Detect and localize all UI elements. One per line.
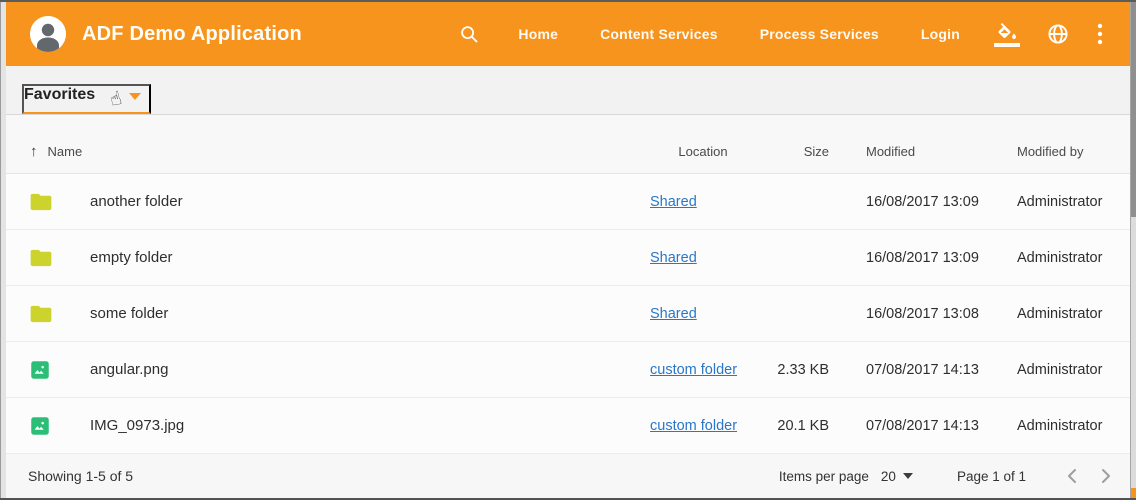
- image-file-icon: [30, 360, 50, 380]
- more-menu-button[interactable]: [1092, 18, 1108, 50]
- previous-page-button[interactable]: [1062, 464, 1082, 488]
- document-list: ↑ Name Location Size Modified Modified b…: [6, 115, 1130, 498]
- language-button[interactable]: [1042, 18, 1074, 50]
- file-name[interactable]: angular.png: [90, 361, 650, 378]
- page-indicator: Page 1 of 1: [957, 469, 1026, 484]
- file-type-cell: [30, 305, 90, 323]
- location-link[interactable]: Shared: [650, 306, 697, 322]
- table-row[interactable]: another folder Shared 16/08/2017 13:09 A…: [6, 174, 1130, 230]
- sort-ascending-icon: ↑: [30, 144, 38, 159]
- items-per-page-select[interactable]: 20: [877, 467, 917, 486]
- modified-by: Administrator: [1017, 194, 1130, 210]
- table-body: another folder Shared 16/08/2017 13:09 A…: [6, 174, 1130, 454]
- avatar[interactable]: [30, 16, 66, 52]
- folder-icon: [30, 305, 52, 323]
- location-cell: custom folder: [650, 361, 756, 378]
- file-name[interactable]: IMG_0973.jpg: [90, 417, 650, 434]
- modified-date: 16/08/2017 13:08: [829, 306, 1017, 322]
- file-name[interactable]: empty folder: [90, 249, 650, 266]
- nav-login[interactable]: Login: [921, 26, 960, 42]
- table-row[interactable]: angular.png custom folder 2.33 KB 07/08/…: [6, 342, 1130, 398]
- frame-artifact: [1131, 488, 1136, 498]
- user-avatar-icon: [30, 16, 66, 52]
- image-file-icon: [30, 416, 50, 436]
- modified-by: Administrator: [1017, 418, 1130, 434]
- folder-icon: [30, 249, 52, 267]
- modified-date: 16/08/2017 13:09: [829, 194, 1017, 210]
- chevron-left-icon: [1066, 468, 1078, 484]
- modified-by: Administrator: [1017, 250, 1130, 266]
- view-title: Favorites: [24, 86, 95, 104]
- location-link[interactable]: custom folder: [650, 362, 737, 378]
- location-link[interactable]: custom folder: [650, 418, 737, 434]
- theme-picker-button[interactable]: [990, 18, 1024, 51]
- file-name[interactable]: some folder: [90, 305, 650, 322]
- nav-content-services[interactable]: Content Services: [600, 26, 718, 42]
- main-nav: Home Content Services Process Services L…: [518, 26, 960, 42]
- scrollbar-thumb[interactable]: [1131, 2, 1136, 217]
- appbar-icons: [990, 18, 1108, 51]
- search-icon: [458, 23, 480, 45]
- file-type-cell: [30, 249, 90, 267]
- file-size: 20.1 KB: [756, 418, 829, 434]
- app-window: ADF Demo Application Home Content Servic…: [0, 0, 1136, 500]
- modified-date: 07/08/2017 14:13: [829, 362, 1017, 378]
- column-header-name[interactable]: ↑ Name: [30, 144, 650, 159]
- table-row[interactable]: IMG_0973.jpg custom folder 20.1 KB 07/08…: [6, 398, 1130, 454]
- items-per-page: Items per page 20: [779, 467, 917, 486]
- folder-icon: [30, 193, 52, 211]
- nav-process-services[interactable]: Process Services: [760, 26, 879, 42]
- file-type-cell: [30, 193, 90, 211]
- location-link[interactable]: Shared: [650, 194, 697, 210]
- file-name[interactable]: another folder: [90, 193, 650, 210]
- file-size: 2.33 KB: [756, 362, 829, 378]
- nav-home[interactable]: Home: [518, 26, 558, 42]
- dropdown-caret-icon: [129, 93, 141, 100]
- file-type-cell: [30, 360, 90, 380]
- location-cell: Shared: [650, 193, 756, 210]
- select-caret-icon: [903, 473, 913, 479]
- column-header-modified[interactable]: Modified: [829, 144, 1017, 159]
- table-row[interactable]: empty folder Shared 16/08/2017 13:09 Adm…: [6, 230, 1130, 286]
- paginator: Showing 1-5 of 5 Items per page 20 Page …: [6, 454, 1130, 498]
- location-cell: Shared: [650, 249, 756, 266]
- modified-by: Administrator: [1017, 306, 1130, 322]
- file-type-cell: [30, 416, 90, 436]
- location-cell: Shared: [650, 305, 756, 322]
- column-header-size[interactable]: Size: [756, 144, 829, 159]
- location-cell: custom folder: [650, 417, 756, 434]
- view-switcher-bar: Favorites ☝: [6, 66, 1130, 115]
- table-header-row: ↑ Name Location Size Modified Modified b…: [6, 115, 1130, 174]
- showing-count: Showing 1-5 of 5: [28, 468, 133, 484]
- modified-by: Administrator: [1017, 362, 1130, 378]
- column-header-location[interactable]: Location: [650, 144, 756, 159]
- color-fill-icon: [994, 22, 1020, 47]
- search-button[interactable]: [454, 19, 484, 49]
- globe-icon: [1046, 22, 1070, 46]
- modified-date: 07/08/2017 14:13: [829, 418, 1017, 434]
- location-link[interactable]: Shared: [650, 250, 697, 266]
- items-per-page-label: Items per page: [779, 469, 869, 484]
- modified-date: 16/08/2017 13:09: [829, 250, 1017, 266]
- app-title: ADF Demo Application: [82, 23, 302, 46]
- next-page-button[interactable]: [1096, 464, 1116, 488]
- column-header-modified-by[interactable]: Modified by: [1017, 144, 1130, 159]
- more-vert-icon: [1096, 22, 1104, 46]
- adf-demo-app: ADF Demo Application Home Content Servic…: [6, 2, 1130, 498]
- table-row[interactable]: some folder Shared 16/08/2017 13:08 Admi…: [6, 286, 1130, 342]
- scrollbar[interactable]: [1130, 2, 1136, 498]
- app-bar: ADF Demo Application Home Content Servic…: [6, 2, 1130, 66]
- favorites-dropdown[interactable]: Favorites: [22, 84, 151, 114]
- chevron-right-icon: [1100, 468, 1112, 484]
